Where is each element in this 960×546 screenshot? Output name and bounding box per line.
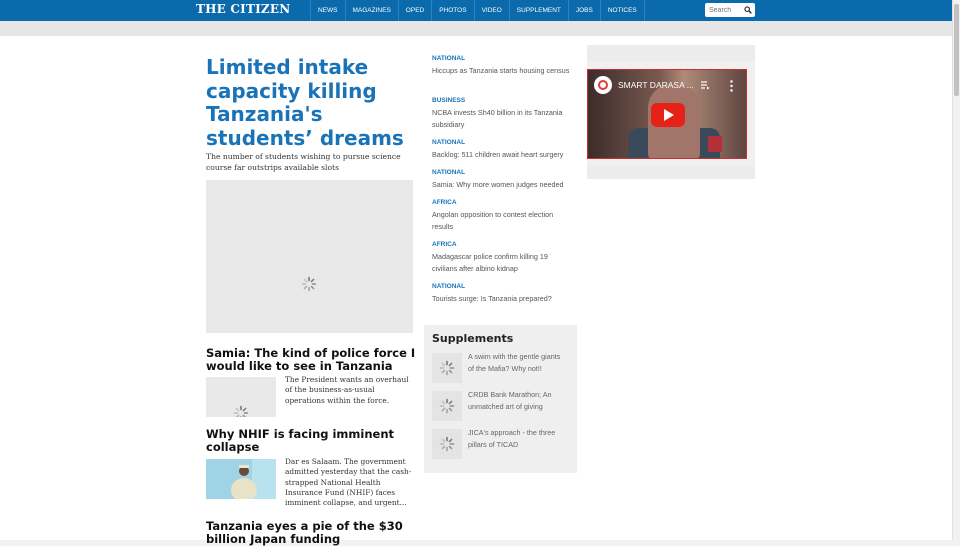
search-input[interactable] [709,5,743,15]
latest-story-link[interactable]: Tourists surge: Is Tanzania prepared? [432,293,572,305]
sub-header-strip [0,21,952,36]
supplement-thumbnail[interactable] [432,391,462,421]
story-summary: The President wants an overhaul of the b… [285,375,409,405]
supplement-thumbnail[interactable] [432,429,462,459]
nav-item-notices[interactable]: NOTICES [599,0,645,21]
search-box [705,3,755,17]
story-thumbnail[interactable] [206,377,276,417]
supplement-link[interactable]: JICA's approach - the three pillars of T… [468,427,568,451]
supplement-thumbnail[interactable] [432,353,462,383]
nav-item-video[interactable]: VIDEO [473,0,509,21]
main-nav: NEWS MAGAZINES OPED PHOTOS VIDEO SUPPLEM… [310,0,645,21]
latest-category[interactable]: NATIONAL [432,283,465,290]
video-thumbnail-cup [708,136,722,152]
latest-category[interactable]: AFRICA [432,199,457,206]
loading-spinner-icon [233,405,249,417]
nav-item-photos[interactable]: PHOTOS [431,0,473,21]
watch-later-icon[interactable] [700,80,710,90]
story-headline[interactable]: Samia: The kind of police force I would … [206,347,416,373]
loading-spinner-icon [439,436,455,452]
lead-summary: The number of students wishing to pursue… [206,152,401,172]
nav-item-supplement[interactable]: SUPPLEMENT [508,0,568,21]
story-thumbnail[interactable] [206,459,276,499]
video-panel-footer [587,166,755,179]
supplement-link[interactable]: CRDB Bank Marathon; An unmatched art of … [468,389,568,413]
page-scrollbar[interactable] [952,0,960,540]
loading-spinner-icon [301,276,317,292]
latest-category[interactable]: NATIONAL [432,139,465,146]
play-icon [664,109,674,121]
latest-story-link[interactable]: Samia: Why more women judges needed [432,179,572,191]
play-button[interactable] [651,103,685,127]
nav-item-oped[interactable]: OPED [397,0,431,21]
search-icon[interactable] [744,6,752,14]
story-summary: Dar es Salaam. The government admitted y… [285,457,412,508]
latest-story-link[interactable]: Hiccups as Tanzania starts housing censu… [432,65,572,77]
supplements-heading: Supplements [432,332,514,345]
latest-story-link[interactable]: Madagascar police confirm killing 19 civ… [432,251,572,275]
more-options-icon[interactable] [730,80,733,92]
latest-category[interactable]: AFRICA [432,241,457,248]
lead-headline[interactable]: Limited intake capacity killing Tanzania… [206,55,416,150]
nav-item-jobs[interactable]: JOBS [567,0,600,21]
nav-item-magazines[interactable]: MAGAZINES [344,0,398,21]
latest-category[interactable]: NATIONAL [432,169,465,176]
sidebar-ad-strip [587,45,755,61]
nav-item-news[interactable]: NEWS [310,0,345,21]
channel-logo-icon [598,80,608,90]
video-player[interactable]: SMART DARASA ... [587,69,747,159]
latest-story-link[interactable]: Backlog: 511 children await heart surger… [432,149,572,161]
story-headline[interactable]: Why NHIF is facing imminent collapse [206,428,416,454]
site-logo[interactable]: THE CITIZEN [196,2,290,16]
video-title[interactable]: SMART DARASA ... [618,80,694,90]
scrollbar-thumb[interactable] [954,4,959,96]
lead-image[interactable] [206,180,413,333]
top-navigation-bar: THE CITIZEN NEWS MAGAZINES OPED PHOTOS V… [0,0,952,21]
latest-category[interactable]: NATIONAL [432,55,465,62]
latest-category[interactable]: BUSINESS [432,97,465,104]
loading-spinner-icon [439,360,455,376]
channel-avatar[interactable] [594,76,612,94]
story-headline[interactable]: Tanzania eyes a pie of the $30 billion J… [206,520,416,546]
nhif-photo-image [206,459,276,499]
supplement-link[interactable]: A swim with the gentle giants of the Maf… [468,351,568,375]
latest-story-link[interactable]: NCBA invests Sh40 billion in its Tanzani… [432,107,572,131]
latest-story-link[interactable]: Angolan opposition to contest election r… [432,209,572,233]
loading-spinner-icon [439,398,455,414]
